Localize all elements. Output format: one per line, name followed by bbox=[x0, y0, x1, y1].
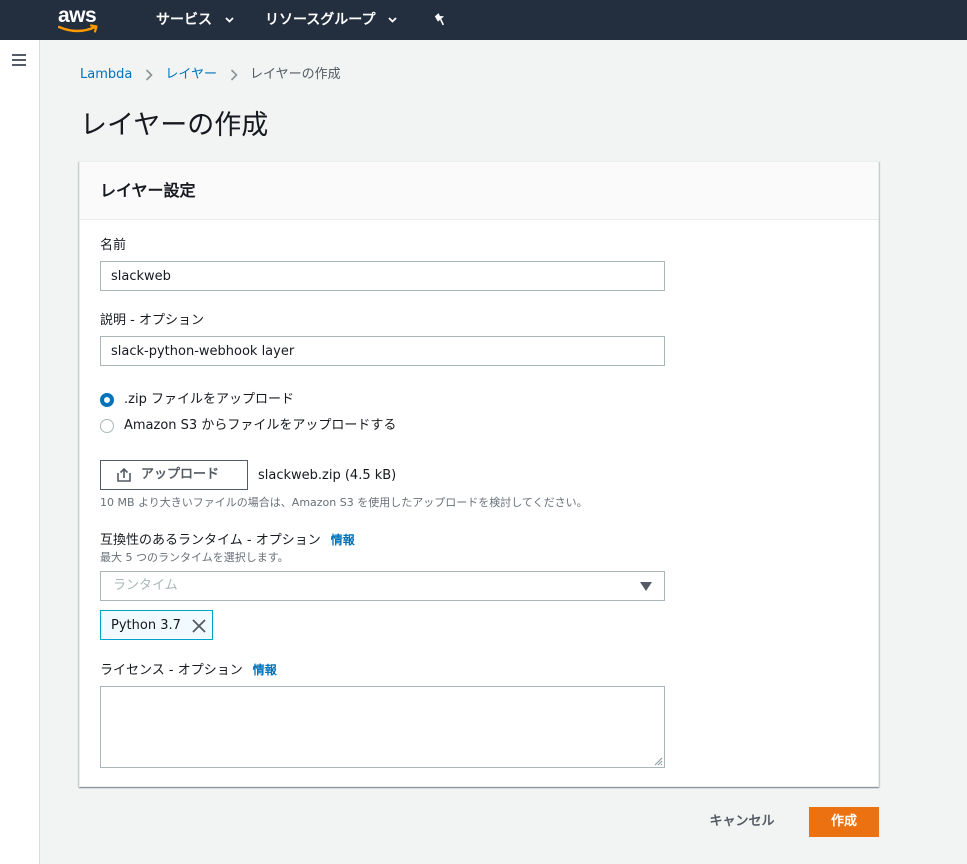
upload-s3-radio[interactable] bbox=[100, 419, 114, 433]
upload-zip-radio-label: .zip ファイルをアップロード bbox=[124, 392, 294, 407]
runtimes-label-text: 互換性のあるランタイム - オプション bbox=[100, 533, 321, 548]
runtimes-select[interactable]: ランタイム bbox=[100, 571, 665, 601]
name-label: 名前 bbox=[100, 238, 127, 253]
hamburger-menu-icon[interactable] bbox=[12, 54, 26, 66]
breadcrumb-lambda[interactable]: Lambda bbox=[80, 67, 132, 82]
cancel-button[interactable]: キャンセル bbox=[692, 807, 792, 837]
license-textarea[interactable] bbox=[100, 686, 665, 768]
side-navigation-rail bbox=[0, 40, 40, 864]
layer-settings-panel: レイヤー設定 名前 説明 - オプション .zip ファイルをアップロード Am… bbox=[79, 161, 879, 787]
license-info-link[interactable]: 情報 bbox=[253, 663, 277, 677]
runtimes-hint: 最大 5 つのランタイムを選択します。 bbox=[100, 551, 289, 564]
chevron-right-icon bbox=[146, 68, 153, 81]
chevron-down-icon bbox=[225, 17, 234, 23]
runtimes-label: 互換性のあるランタイム - オプション 情報 bbox=[100, 531, 355, 550]
services-label: サービス bbox=[156, 12, 212, 28]
breadcrumb-current: レイヤーの作成 bbox=[249, 67, 341, 82]
runtime-token: Python 3.7 bbox=[100, 610, 213, 640]
pin-icon[interactable] bbox=[434, 12, 448, 28]
upload-s3-radio-label: Amazon S3 からファイルをアップロードする bbox=[124, 418, 397, 433]
aws-logo[interactable]: aws bbox=[58, 4, 102, 36]
breadcrumb-layers[interactable]: レイヤー bbox=[165, 67, 217, 82]
resource-groups-menu[interactable]: リソースグループ bbox=[265, 0, 397, 40]
upload-button-label: アップロード bbox=[141, 467, 220, 482]
panel-header: レイヤー設定 bbox=[80, 162, 878, 220]
upload-size-hint: 10 MB より大きいファイルの場合は、Amazon S3 を使用したアップロー… bbox=[100, 496, 588, 509]
page-title: レイヤーの作成 bbox=[80, 110, 269, 141]
close-icon[interactable] bbox=[191, 618, 207, 634]
upload-zip-radio[interactable] bbox=[100, 393, 114, 407]
runtimes-info-link[interactable]: 情報 bbox=[331, 533, 355, 547]
runtime-token-label: Python 3.7 bbox=[111, 618, 181, 633]
description-label: 説明 - オプション bbox=[100, 313, 204, 328]
name-input[interactable] bbox=[100, 261, 665, 291]
upload-icon bbox=[117, 468, 131, 482]
services-menu[interactable]: サービス bbox=[156, 0, 234, 40]
panel-title: レイヤー設定 bbox=[100, 181, 196, 200]
chevron-right-icon bbox=[230, 68, 238, 81]
license-label-text: ライセンス - オプション bbox=[100, 663, 243, 678]
aws-smile-icon bbox=[58, 24, 98, 33]
upload-button[interactable]: アップロード bbox=[100, 460, 248, 490]
runtimes-select-placeholder: ランタイム bbox=[113, 578, 178, 593]
caret-down-icon bbox=[640, 582, 652, 591]
pin-icon-glyph bbox=[434, 13, 445, 26]
license-label: ライセンス - オプション 情報 bbox=[100, 661, 277, 680]
chevron-down-icon bbox=[388, 17, 397, 23]
resource-groups-label: リソースグループ bbox=[265, 12, 376, 28]
create-button[interactable]: 作成 bbox=[809, 807, 879, 837]
description-input[interactable] bbox=[100, 336, 665, 366]
top-navigation: aws サービス リソースグループ bbox=[0, 0, 967, 40]
breadcrumb: Lambda レイヤー レイヤーの作成 bbox=[80, 66, 341, 84]
resize-grip-icon[interactable] bbox=[654, 757, 663, 766]
uploaded-file-name: slackweb.zip (4.5 kB) bbox=[258, 468, 397, 483]
